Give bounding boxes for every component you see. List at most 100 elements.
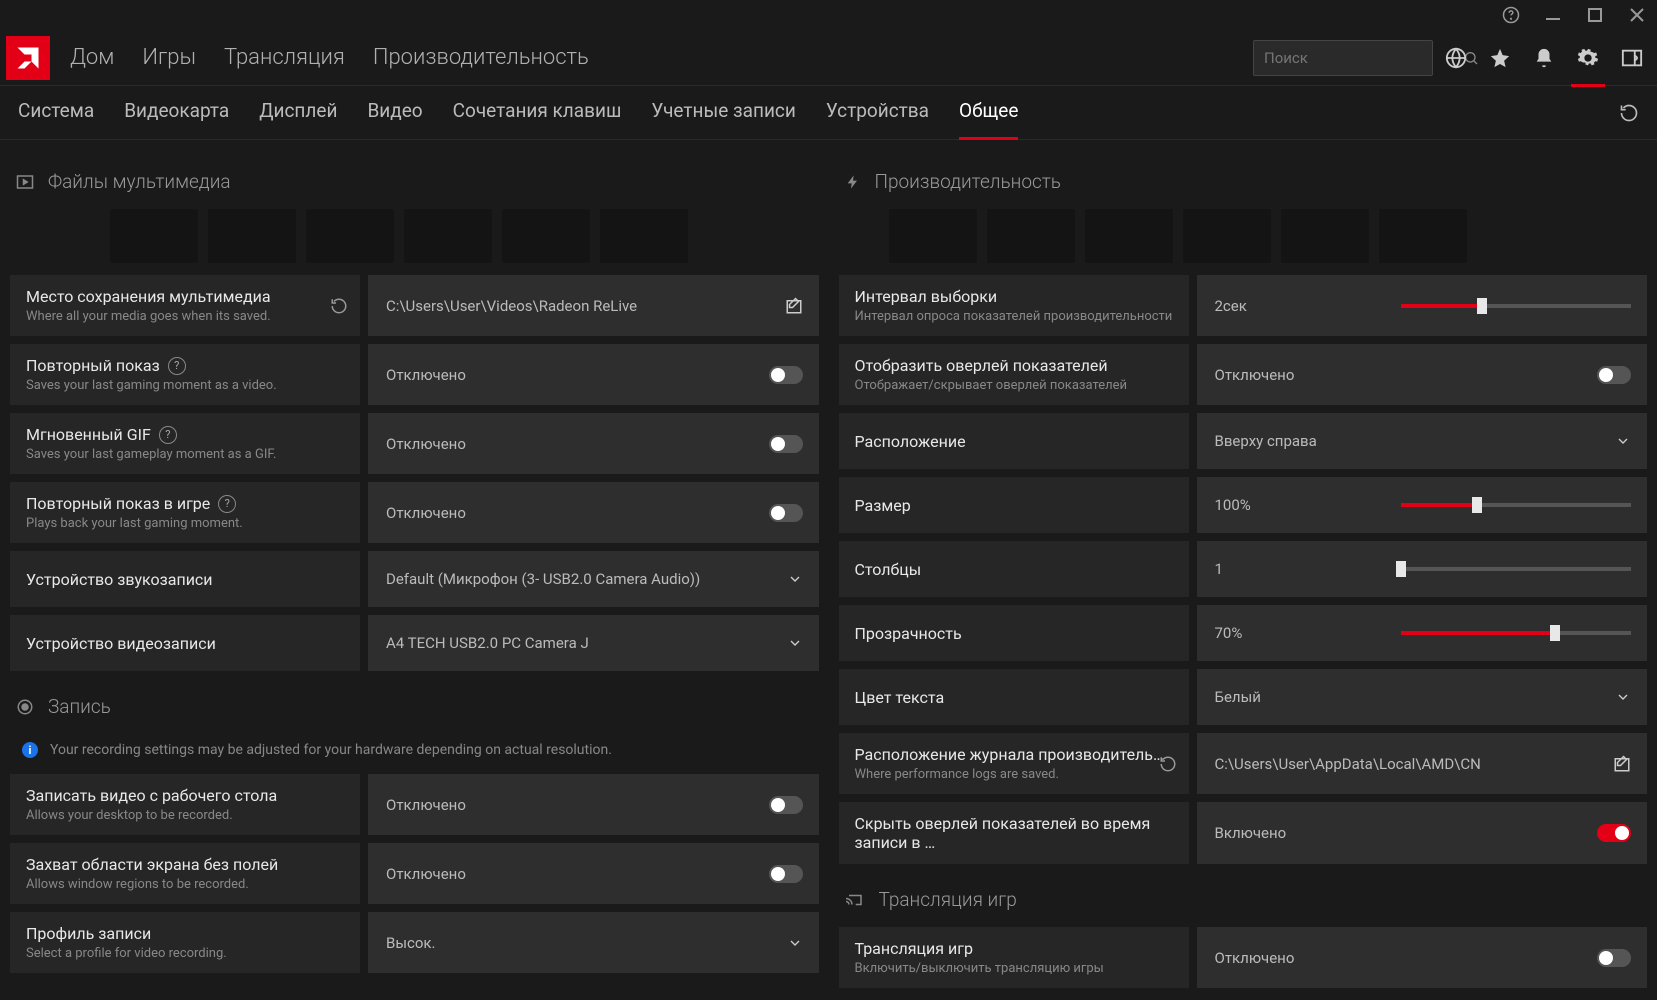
ingame-replay-toggle[interactable] xyxy=(769,504,803,522)
video-device-label: Устройство видеозаписи xyxy=(10,615,360,671)
show-overlay-value: Отключено xyxy=(1197,344,1648,405)
edit-path-icon[interactable] xyxy=(785,297,803,315)
media-thumb[interactable] xyxy=(208,209,296,263)
media-save-location-value[interactable]: C:\Users\User\Videos\Radeon ReLive xyxy=(368,275,819,336)
video-device-dropdown[interactable]: A4 TECH USB2.0 PC Camera J xyxy=(368,615,819,671)
nav-performance[interactable]: Производительность xyxy=(373,45,589,70)
show-overlay-toggle[interactable] xyxy=(1597,366,1631,384)
perf-thumbnails xyxy=(839,209,1648,275)
section-gamestream-header: Трансляция игр xyxy=(845,888,1648,911)
revert-icon[interactable] xyxy=(1619,103,1639,123)
text-color-dropdown[interactable]: Белый xyxy=(1197,669,1648,725)
gamestream-enable-label: Трансляция игр Включить/выключить трансл… xyxy=(839,927,1189,988)
ingame-replay-label: Повторный показ в игре? Plays back your … xyxy=(10,482,360,543)
chevron-down-icon xyxy=(787,635,803,651)
maximize-icon[interactable] xyxy=(1583,3,1607,27)
replay-label: Повторный показ? Saves your last gaming … xyxy=(10,344,360,405)
help-circle-icon[interactable] xyxy=(1499,3,1523,27)
overlay-columns-label: Столбцы xyxy=(839,541,1189,597)
perf-thumb[interactable] xyxy=(889,209,977,263)
bell-icon[interactable] xyxy=(1533,47,1555,69)
hide-overlay-rec-label: Скрыть оверлей показателей во время запи… xyxy=(839,802,1189,864)
region-capture-label: Захват области экрана без полей Allows w… xyxy=(10,843,360,904)
nav-home[interactable]: Дом xyxy=(70,45,114,70)
perf-thumb[interactable] xyxy=(987,209,1075,263)
subnav-display[interactable]: Дисплей xyxy=(259,99,337,126)
media-thumb[interactable] xyxy=(306,209,394,263)
desktop-record-toggle[interactable] xyxy=(769,796,803,814)
section-media-header: Файлы мультимедиа xyxy=(16,170,819,193)
sampling-interval-label: Интервал выборки Интервал опроса показат… xyxy=(839,275,1189,336)
section-gamestream-title: Трансляция игр xyxy=(879,888,1017,911)
region-capture-toggle[interactable] xyxy=(769,865,803,883)
panel-icon[interactable] xyxy=(1621,47,1643,69)
right-column: Производительность Интервал выборки Инте… xyxy=(829,140,1657,1000)
help-icon[interactable]: ? xyxy=(168,357,186,375)
section-recording-title: Запись xyxy=(48,695,111,718)
recording-info: i Your recording settings may be adjuste… xyxy=(10,734,819,774)
gamestream-enable-value: Отключено xyxy=(1197,927,1648,988)
media-thumbnails xyxy=(10,209,819,275)
nav-streaming[interactable]: Трансляция xyxy=(224,45,345,70)
sampling-interval-slider[interactable] xyxy=(1401,304,1631,308)
recording-profile-label: Профиль записи Select a profile for vide… xyxy=(10,912,360,973)
perf-thumb[interactable] xyxy=(1183,209,1271,263)
nav-games[interactable]: Игры xyxy=(142,45,196,70)
section-media-title: Файлы мультимедиа xyxy=(48,170,231,193)
recording-profile-dropdown[interactable]: Высок. xyxy=(368,912,819,973)
overlay-opacity-slider[interactable] xyxy=(1401,631,1631,635)
cast-icon xyxy=(845,891,865,909)
perf-thumb[interactable] xyxy=(1281,209,1369,263)
star-icon[interactable] xyxy=(1489,47,1511,69)
reset-icon[interactable] xyxy=(1159,755,1177,773)
subnav-video[interactable]: Видео xyxy=(367,99,422,126)
section-performance-header: Производительность xyxy=(845,170,1648,193)
amd-logo[interactable] xyxy=(6,36,50,80)
search-box[interactable] xyxy=(1253,40,1433,76)
subnav-system[interactable]: Система xyxy=(18,99,94,126)
minimize-icon[interactable] xyxy=(1541,3,1565,27)
media-thumb[interactable] xyxy=(110,209,198,263)
overlay-columns-slider[interactable] xyxy=(1401,567,1631,571)
ingame-replay-value: Отключено xyxy=(368,482,819,543)
instant-gif-toggle[interactable] xyxy=(769,435,803,453)
hide-overlay-rec-value: Включено xyxy=(1197,802,1648,864)
audio-device-dropdown[interactable]: Default (Микрофон (3- USB2.0 Camera Audi… xyxy=(368,551,819,607)
hide-overlay-rec-toggle[interactable] xyxy=(1597,824,1631,842)
reset-icon[interactable] xyxy=(330,297,348,315)
help-icon[interactable]: ? xyxy=(159,426,177,444)
top-nav: Дом Игры Трансляция Производительность xyxy=(0,30,1657,86)
search-input[interactable] xyxy=(1264,49,1463,67)
overlay-size-label: Размер xyxy=(839,477,1189,533)
desktop-record-value: Отключено xyxy=(368,774,819,835)
sampling-interval-value: 2сек xyxy=(1197,275,1648,336)
replay-value: Отключено xyxy=(368,344,819,405)
edit-path-icon[interactable] xyxy=(1613,755,1631,773)
perf-thumb[interactable] xyxy=(1379,209,1467,263)
media-thumb[interactable] xyxy=(404,209,492,263)
perf-thumb[interactable] xyxy=(1085,209,1173,263)
close-icon[interactable] xyxy=(1625,3,1649,27)
chevron-down-icon xyxy=(1615,689,1631,705)
perf-log-location-value[interactable]: C:\Users\User\AppData\Local\AMD\CN xyxy=(1197,733,1648,794)
perf-log-location-label: Расположение журнала производитель… Wher… xyxy=(839,733,1189,794)
subnav-devices[interactable]: Устройства xyxy=(826,99,929,126)
overlay-size-slider[interactable] xyxy=(1401,503,1631,507)
replay-toggle[interactable] xyxy=(769,366,803,384)
globe-icon[interactable] xyxy=(1445,47,1467,69)
gear-icon[interactable] xyxy=(1577,47,1599,69)
chevron-down-icon xyxy=(1615,433,1631,449)
subnav-general[interactable]: Общее xyxy=(959,99,1018,126)
subnav-accounts[interactable]: Учетные записи xyxy=(651,99,796,126)
subnav-gpu[interactable]: Видеокарта xyxy=(124,99,229,126)
left-column: Файлы мультимедиа Место сохранения мульт… xyxy=(0,140,829,1000)
media-thumb[interactable] xyxy=(600,209,688,263)
overlay-position-dropdown[interactable]: Вверху справа xyxy=(1197,413,1648,469)
help-icon[interactable]: ? xyxy=(218,495,236,513)
media-save-location-label: Место сохранения мультимедиа Where all y… xyxy=(10,275,360,336)
sub-nav: Система Видеокарта Дисплей Видео Сочетан… xyxy=(0,86,1657,140)
gamestream-enable-toggle[interactable] xyxy=(1597,949,1631,967)
section-recording-header: Запись xyxy=(16,695,819,718)
subnav-hotkeys[interactable]: Сочетания клавиш xyxy=(453,99,622,126)
media-thumb[interactable] xyxy=(502,209,590,263)
